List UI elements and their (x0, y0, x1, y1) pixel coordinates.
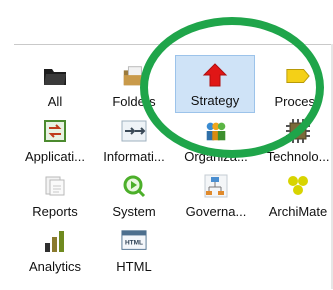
html-icon: HTML (121, 228, 147, 254)
tile-reports[interactable]: Reports (14, 167, 96, 223)
tile-label: Organiza... (184, 149, 248, 164)
folder-stack-icon (121, 63, 147, 89)
tile-label: Governa... (185, 204, 247, 219)
tile-information[interactable]: Informati... (93, 112, 175, 168)
tile-all[interactable]: All (14, 57, 96, 113)
governance-icon (203, 173, 229, 199)
application-icon (42, 118, 68, 144)
strategy-arrow-icon (202, 62, 228, 88)
information-icon (121, 118, 147, 144)
tile-organization[interactable]: Organiza... (175, 112, 257, 168)
tile-archimate[interactable]: ArchiMate (257, 167, 333, 223)
tile-html[interactable]: HTML HTML (93, 222, 175, 278)
tile-label: Analytics (28, 259, 82, 274)
tile-label: Process (274, 94, 322, 109)
analytics-icon (42, 228, 68, 254)
view-grid: All Folders Strategy Process Applicati..… (14, 44, 333, 290)
tile-label: Folders (112, 94, 156, 109)
tile-analytics[interactable]: Analytics (14, 222, 96, 278)
reports-icon (42, 173, 68, 199)
process-arrow-icon (285, 63, 311, 89)
tile-label: HTML (116, 259, 152, 274)
tile-application[interactable]: Applicati... (14, 112, 96, 168)
tile-label: System (112, 204, 156, 219)
tile-label: Reports (32, 204, 78, 219)
tile-label: Informati... (103, 149, 165, 164)
tile-label: Technolo... (266, 149, 330, 164)
tile-system[interactable]: System (93, 167, 175, 223)
svg-text:HTML: HTML (125, 240, 143, 247)
technology-chip-icon (285, 118, 311, 144)
tile-folders[interactable]: Folders (93, 57, 175, 113)
archimate-icon (285, 173, 311, 199)
tile-technology[interactable]: Technolo... (257, 112, 333, 168)
tile-label: ArchiMate (268, 204, 328, 219)
tile-process[interactable]: Process (257, 57, 333, 113)
tile-label: Applicati... (25, 149, 85, 164)
tile-label: Strategy (190, 93, 240, 108)
organization-icon (203, 118, 229, 144)
tile-governance[interactable]: Governa... (175, 167, 257, 223)
tile-label: All (47, 94, 63, 109)
system-icon (121, 173, 147, 199)
tile-strategy[interactable]: Strategy (175, 55, 255, 113)
folder-icon (42, 63, 68, 89)
